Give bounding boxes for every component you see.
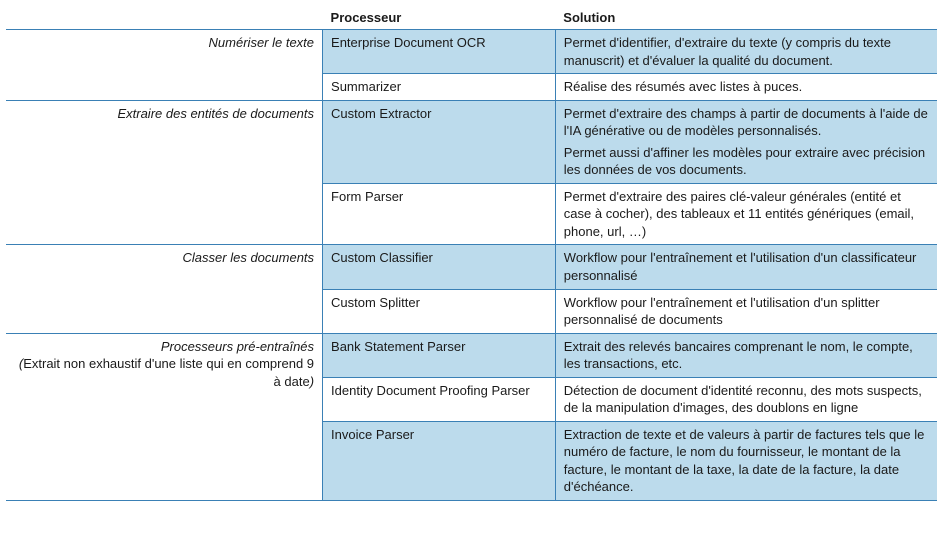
- processor-cell: Invoice Parser: [323, 421, 556, 500]
- table-row: Extraire des entités de documents Custom …: [6, 100, 937, 183]
- category-cell: Classer les documents: [6, 245, 323, 333]
- processor-cell: Summarizer: [323, 74, 556, 101]
- solution-cell: Extraction de texte et de valeurs à part…: [555, 421, 937, 500]
- category-cell: Processeurs pré-entraînés(Extrait non ex…: [6, 333, 323, 500]
- solution-cell: Permet d'extraire des champs à partir de…: [555, 100, 937, 183]
- category-label: Extraire des entités de documents: [14, 105, 314, 123]
- solution-cell: Permet d'extraire des paires clé-valeur …: [555, 183, 937, 245]
- table-row: Processeurs pré-entraînés(Extrait non ex…: [6, 333, 937, 377]
- processor-cell: Identity Document Proofing Parser: [323, 377, 556, 421]
- table-header-row: Processeur Solution: [6, 6, 937, 30]
- header-solution: Solution: [555, 6, 937, 30]
- table-row: Classer les documents Custom ClassifierWo…: [6, 245, 937, 289]
- solution-cell: Permet d'identifier, d'extraire du texte…: [555, 30, 937, 74]
- solution-cell: Extrait des relevés bancaires comprenant…: [555, 333, 937, 377]
- category-label: Processeurs pré-entraînés: [14, 338, 314, 356]
- category-label: Numériser le texte: [14, 34, 314, 52]
- processor-cell: Custom Classifier: [323, 245, 556, 289]
- header-category: [6, 6, 323, 30]
- solution-cell: Détection de document d'identité reconnu…: [555, 377, 937, 421]
- category-cell: Extraire des entités de documents: [6, 100, 323, 245]
- table-row: Numériser le texte Enterprise Document OC…: [6, 30, 937, 74]
- category-label: Classer les documents: [14, 249, 314, 267]
- header-processor: Processeur: [323, 6, 556, 30]
- category-cell: Numériser le texte: [6, 30, 323, 101]
- solution-cell: Workflow pour l'entraînement et l'utilis…: [555, 245, 937, 289]
- solution-cell: Réalise des résumés avec listes à puces.: [555, 74, 937, 101]
- category-sublabel: Extrait non exhaustif d'une liste qui en…: [23, 356, 314, 389]
- processor-cell: Custom Splitter: [323, 289, 556, 333]
- processor-cell: Form Parser: [323, 183, 556, 245]
- processor-cell: Custom Extractor: [323, 100, 556, 183]
- processor-cell: Bank Statement Parser: [323, 333, 556, 377]
- processor-table: Processeur Solution Numériser le texte En…: [6, 6, 937, 501]
- processor-cell: Enterprise Document OCR: [323, 30, 556, 74]
- solution-cell: Workflow pour l'entraînement et l'utilis…: [555, 289, 937, 333]
